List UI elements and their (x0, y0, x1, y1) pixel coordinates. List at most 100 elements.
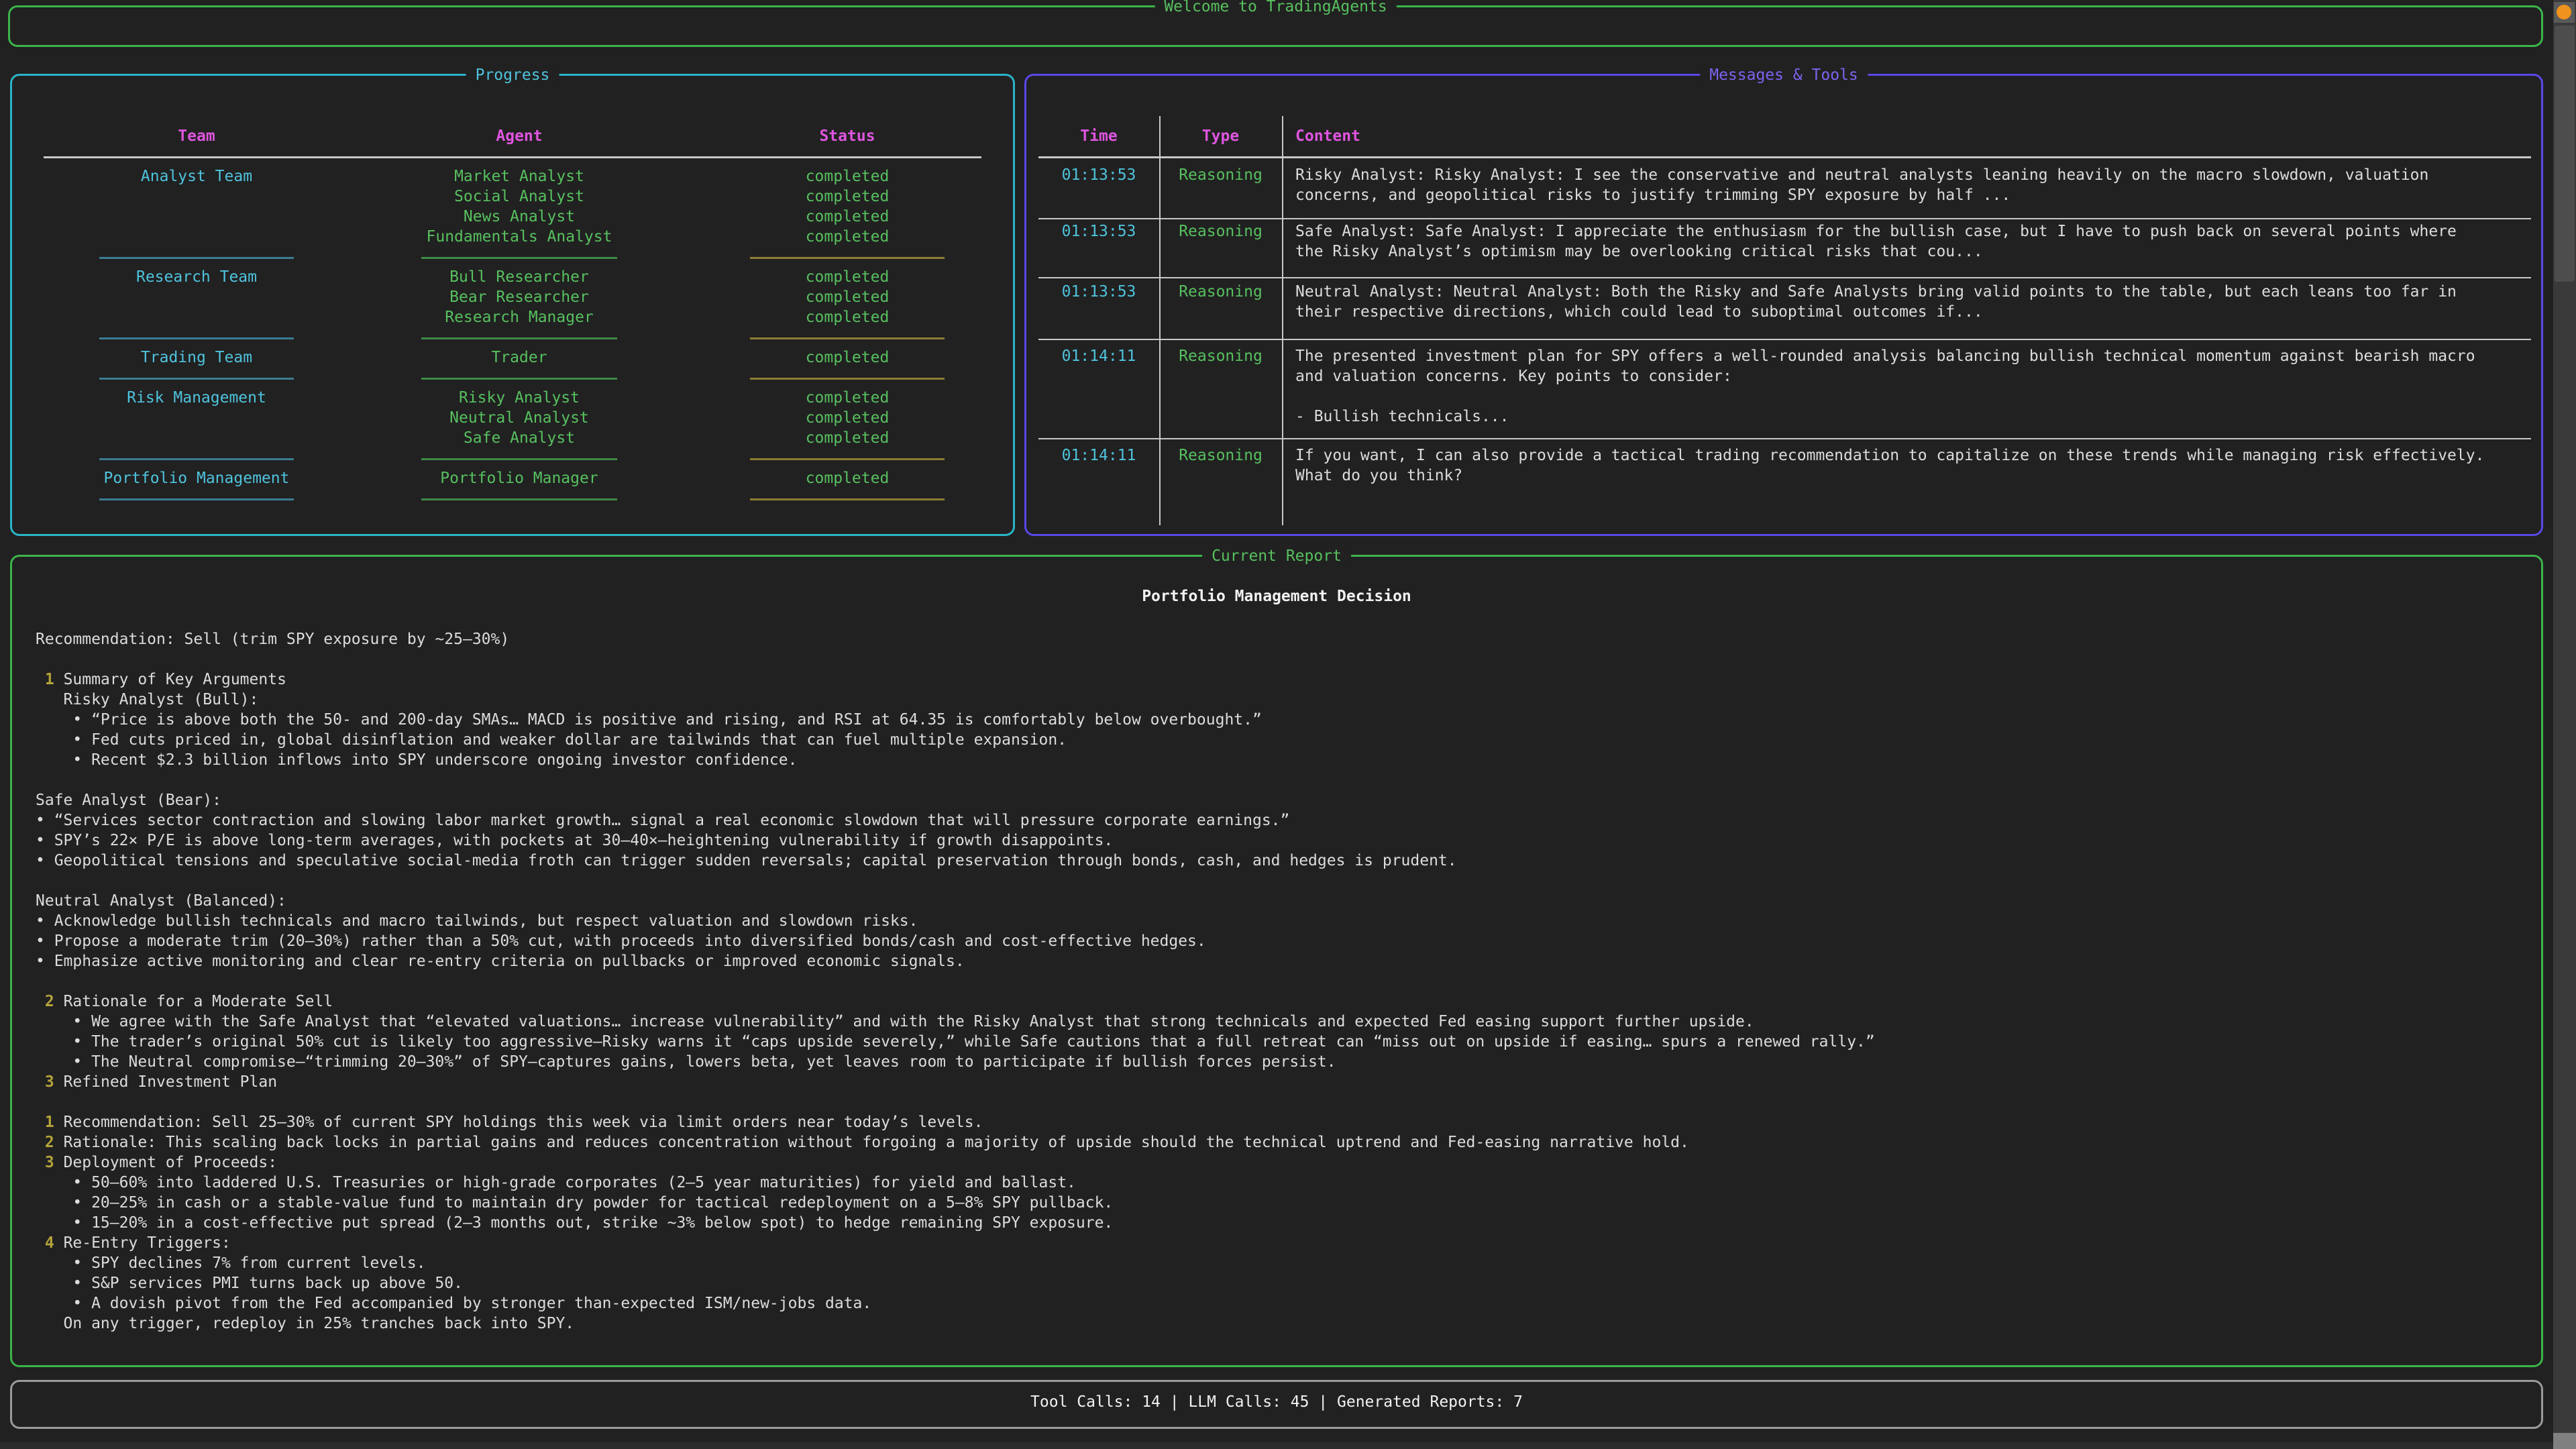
report-line (36, 871, 1875, 891)
report-line (36, 971, 1875, 991)
status-cell: completed (750, 267, 945, 287)
message-content-line: Neutral Analyst: Neutral Analyst: Both t… (1295, 282, 2457, 302)
progress-panel-title: Progress (466, 65, 559, 85)
agent-cell: Safe Analyst (421, 428, 617, 448)
status-cell: completed (750, 428, 945, 448)
report-line: • Recent $2.3 billion inflows into SPY u… (36, 750, 1875, 770)
message-content-line: If you want, I can also provide a tactic… (1295, 445, 2484, 466)
row-separator (1038, 277, 2531, 278)
current-report-panel: Current Report Portfolio Management Deci… (10, 555, 2543, 1367)
report-line: Recommendation: Sell (trim SPY exposure … (36, 629, 1875, 649)
row-separator (1038, 438, 2531, 439)
report-heading: Portfolio Management Decision (12, 586, 2541, 606)
message-content-line: Safe Analyst: Safe Analyst: I appreciate… (1295, 221, 2457, 241)
agent-cell: News Analyst (421, 207, 617, 227)
terminal-screen: Welcome to TradingAgents Progress TeamAg… (0, 0, 2576, 1449)
orange-dot-icon (2557, 5, 2571, 19)
message-time: 01:14:11 (1038, 346, 1159, 366)
group-separator (421, 337, 617, 339)
message-time: 01:13:53 (1038, 221, 1159, 241)
message-content-line: Risky Analyst: Risky Analyst: I see the … (1295, 165, 2428, 185)
team-cell: Risk Management (99, 388, 294, 408)
group-separator (421, 498, 617, 500)
report-line: Neutral Analyst (Balanced): (36, 891, 1875, 911)
report-line: 4 Re-Entry Triggers: (36, 1233, 1875, 1253)
team-cell: Trading Team (99, 347, 294, 368)
report-line: • Fed cuts priced in, global disinflatio… (36, 730, 1875, 750)
status-cell: completed (750, 287, 945, 307)
message-type: Reasoning (1159, 346, 1282, 366)
agent-cell: Market Analyst (421, 166, 617, 186)
status-cell: completed (750, 166, 945, 186)
report-line: • Acknowledge bullish technicals and mac… (36, 911, 1875, 931)
status-bar-text: Tool Calls: 14 | LLM Calls: 45 | Generat… (12, 1392, 2541, 1412)
status-cell: completed (750, 468, 945, 488)
status-cell: completed (750, 347, 945, 368)
group-separator (421, 257, 617, 259)
report-line: 1 Summary of Key Arguments (36, 669, 1875, 690)
group-separator (99, 337, 294, 339)
report-line: • Geopolitical tensions and speculative … (36, 851, 1875, 871)
group-separator (750, 257, 945, 259)
report-line (36, 770, 1875, 790)
progress-panel: Progress TeamAgentStatusAnalyst TeamMark… (10, 74, 1015, 536)
report-body: Recommendation: Sell (trim SPY exposure … (36, 629, 1875, 1334)
message-content-line: What do you think? (1295, 466, 1462, 486)
message-content-line: - Bullish technicals... (1295, 407, 1509, 427)
report-line: • Propose a moderate trim (20–30%) rathe… (36, 931, 1875, 951)
message-type: Reasoning (1159, 282, 1282, 302)
status-cell: completed (750, 408, 945, 428)
message-type: Reasoning (1159, 165, 1282, 185)
agent-cell: Fundamentals Analyst (421, 227, 617, 247)
message-time: 01:13:53 (1038, 165, 1159, 185)
column-header-type: Type (1159, 126, 1282, 146)
report-line: • The Neutral compromise—“trimming 20–30… (36, 1052, 1875, 1072)
message-type: Reasoning (1159, 445, 1282, 466)
report-line: • The trader’s original 50% cut is likel… (36, 1032, 1875, 1052)
header-separator (44, 156, 981, 158)
agent-cell: Bull Researcher (421, 267, 617, 287)
status-bar: Tool Calls: 14 | LLM Calls: 45 | Generat… (10, 1380, 2543, 1429)
report-line: • S&P services PMI turns back up above 5… (36, 1273, 1875, 1293)
agent-cell: Research Manager (421, 307, 617, 327)
status-cell: completed (750, 307, 945, 327)
team-cell: Portfolio Management (99, 468, 294, 488)
report-line (36, 649, 1875, 669)
scrollbar-corner (2553, 1433, 2576, 1449)
agent-cell: Social Analyst (421, 186, 617, 207)
agent-cell: Trader (421, 347, 617, 368)
team-cell: Research Team (99, 267, 294, 287)
report-line: 3 Deployment of Proceeds: (36, 1152, 1875, 1173)
group-separator (99, 257, 294, 259)
group-separator (99, 378, 294, 380)
row-separator (1038, 218, 2531, 219)
report-line: 2 Rationale for a Moderate Sell (36, 991, 1875, 1012)
column-header-content: Content (1295, 126, 1360, 146)
report-panel-title: Current Report (1202, 546, 1351, 566)
group-separator (750, 337, 945, 339)
report-line: • 50–60% into laddered U.S. Treasuries o… (36, 1173, 1875, 1193)
message-type: Reasoning (1159, 221, 1282, 241)
report-line: • SPY declines 7% from current levels. (36, 1253, 1875, 1273)
report-line: 2 Rationale: This scaling back locks in … (36, 1132, 1875, 1152)
scrollbar-thumb[interactable] (2555, 25, 2575, 282)
column-separator (1282, 116, 1283, 525)
report-line: • “Services sector contraction and slowi… (36, 810, 1875, 830)
report-line (36, 1092, 1875, 1112)
group-separator (750, 458, 945, 460)
row-separator (1038, 339, 2531, 340)
message-content-line: the Risky Analyst’s optimism may be over… (1295, 241, 1983, 262)
status-cell: completed (750, 207, 945, 227)
status-cell: completed (750, 227, 945, 247)
report-line: On any trigger, redeploy in 25% tranches… (36, 1313, 1875, 1334)
report-line: Risky Analyst (Bull): (36, 690, 1875, 710)
report-line: Safe Analyst (Bear): (36, 790, 1875, 810)
agent-cell: Neutral Analyst (421, 408, 617, 428)
status-cell: completed (750, 388, 945, 408)
message-content-line: and valuation concerns. Key points to co… (1295, 366, 1732, 386)
agent-cell: Risky Analyst (421, 388, 617, 408)
report-line: • 20–25% in cash or a stable-value fund … (36, 1193, 1875, 1213)
bottom-scrollbar-strip[interactable] (0, 1442, 2553, 1449)
messages-panel-title: Messages & Tools (1700, 65, 1868, 85)
scrollbar-top-button[interactable] (2554, 2, 2575, 23)
